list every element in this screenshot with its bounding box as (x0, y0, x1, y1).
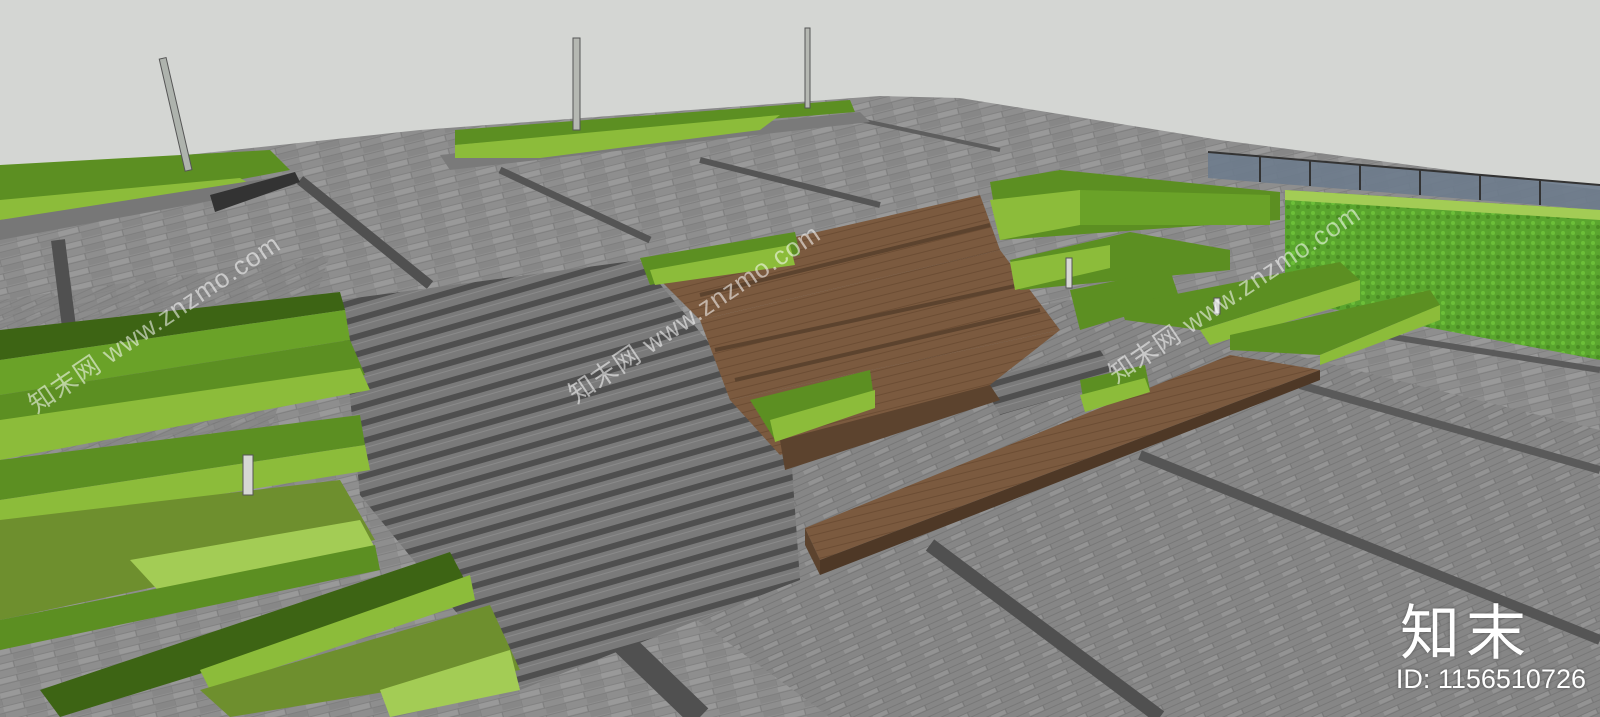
image-id-label: ID: 1156510726 (1395, 664, 1586, 694)
plaza-render (0, 0, 1600, 717)
render-scene: 知末网 www.znzmo.com 知末网 www.znzmo.com 知末网 … (0, 0, 1600, 717)
brand-logo-text: 知末 (1400, 599, 1532, 669)
